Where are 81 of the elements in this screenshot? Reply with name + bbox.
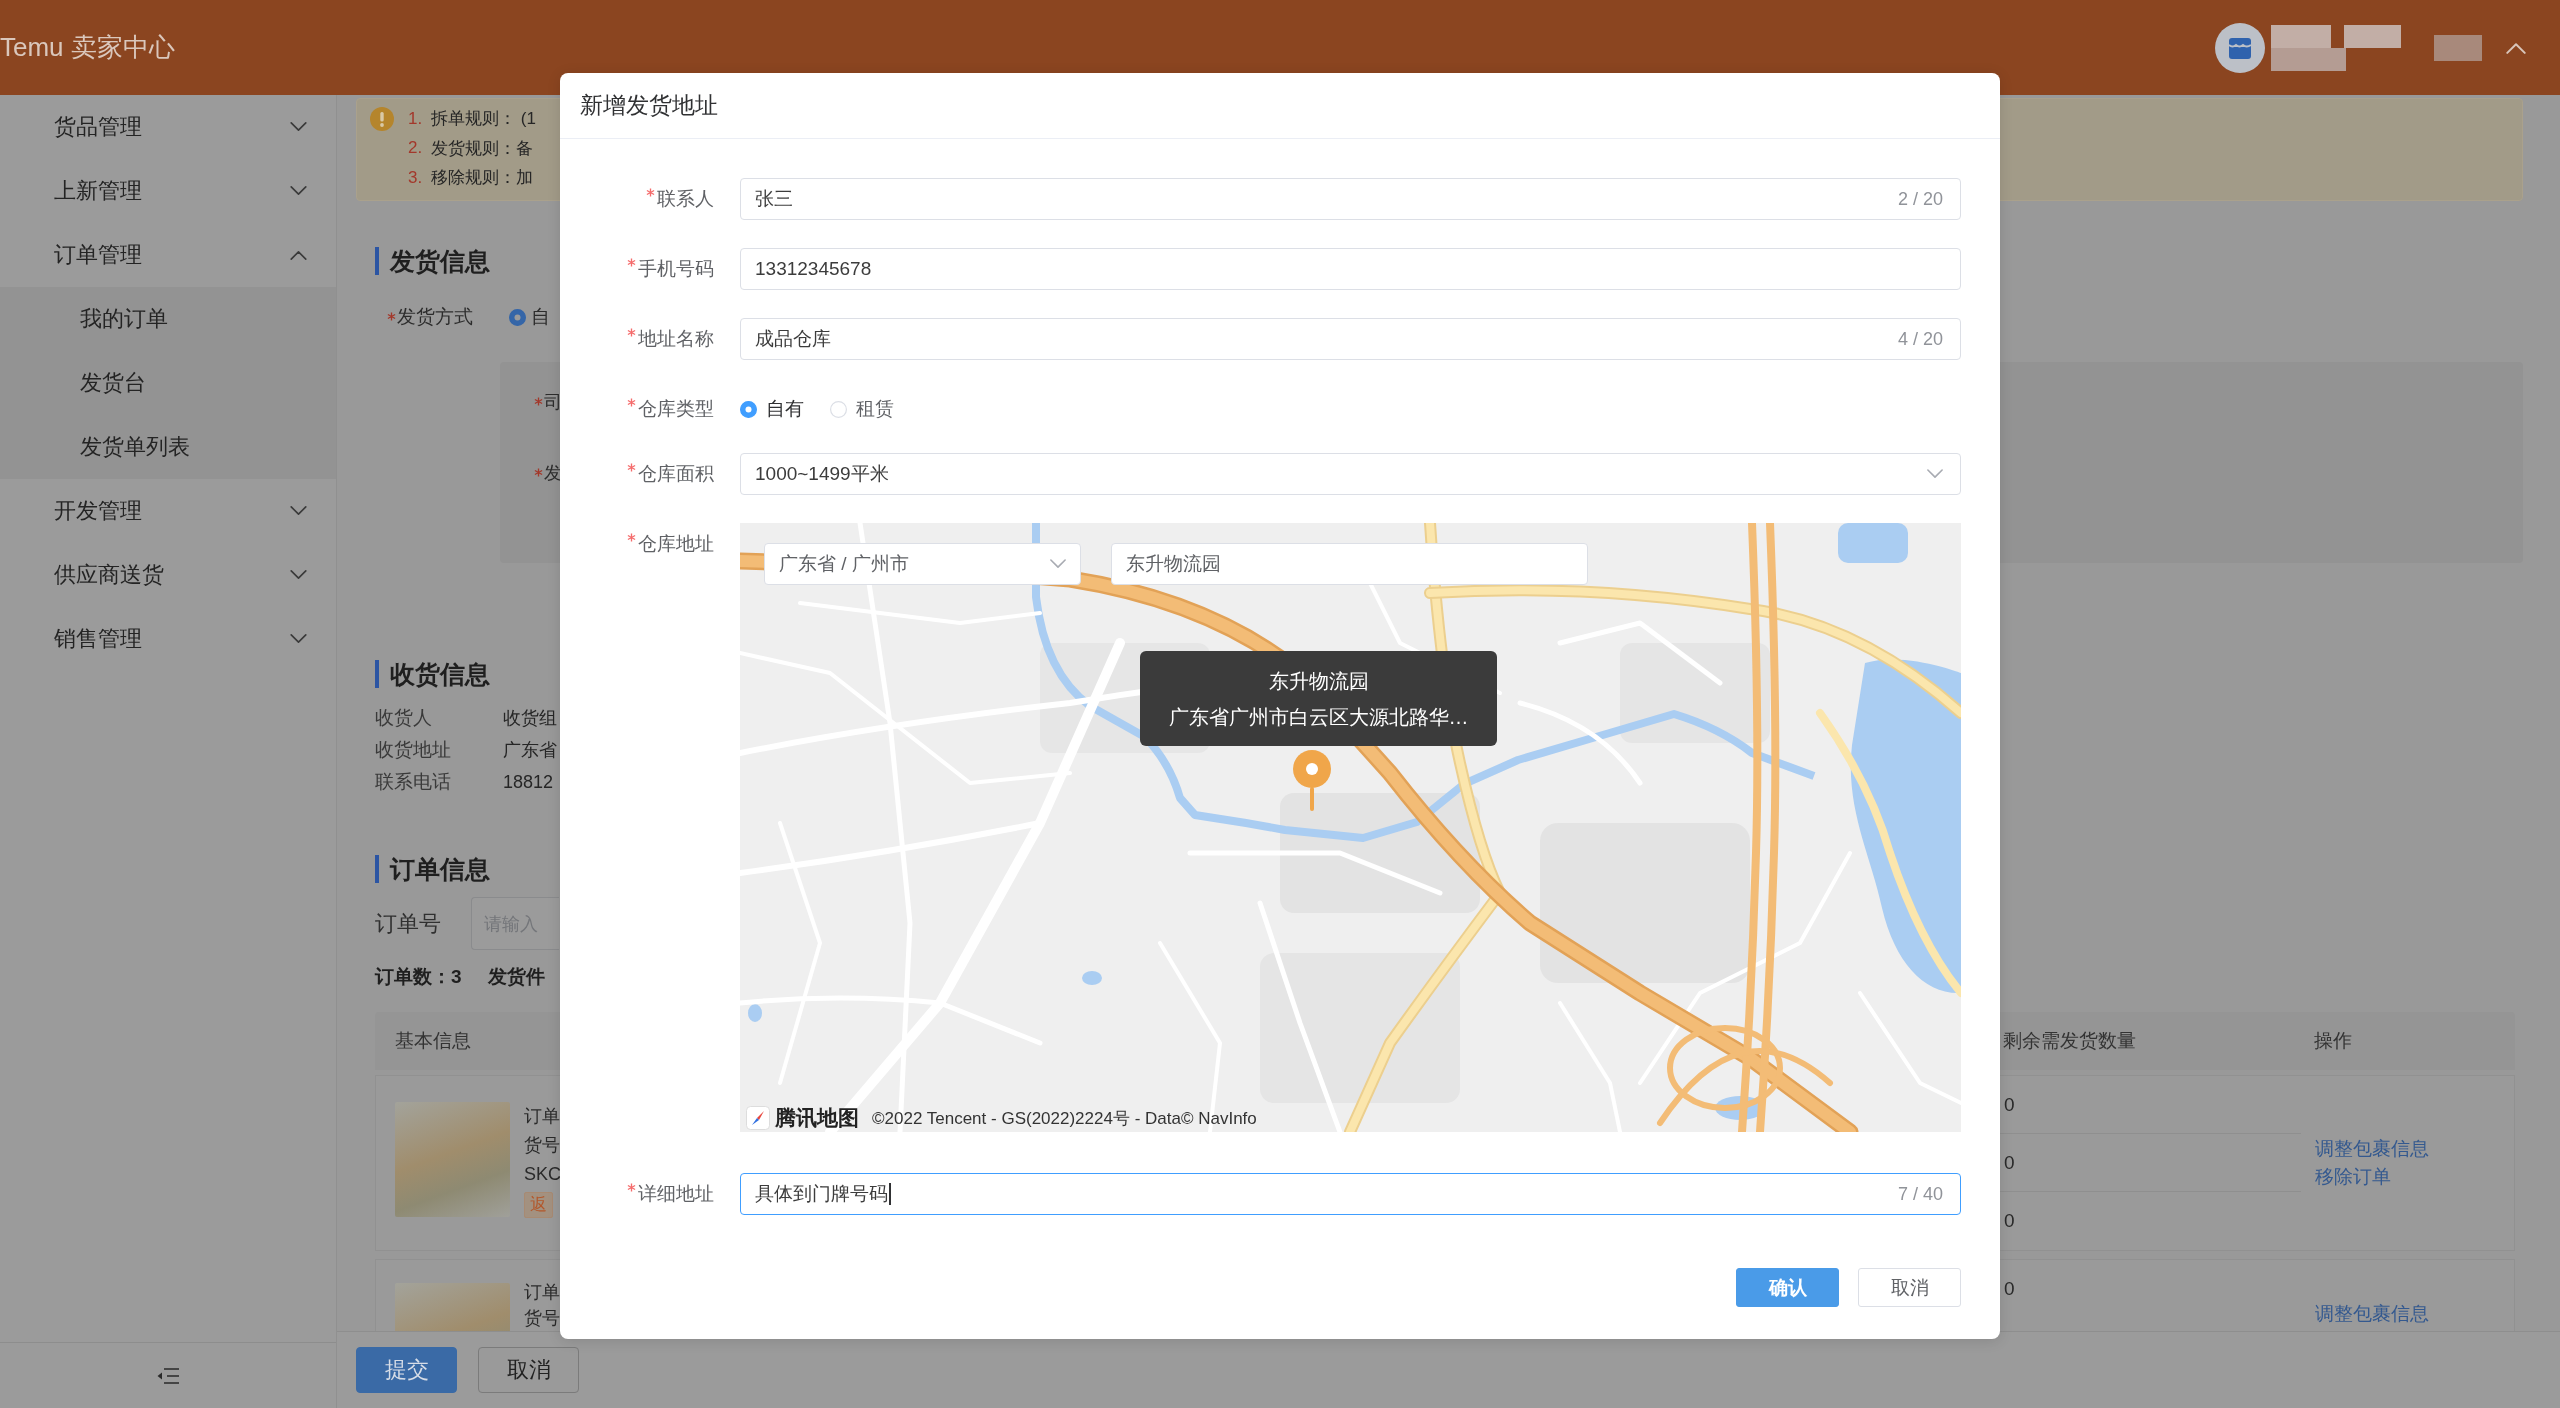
product-info-text: SKC xyxy=(524,1163,561,1186)
map-search-field[interactable]: 东升物流园 xyxy=(1111,543,1588,585)
table-cell-text: 0 xyxy=(2003,1209,2016,1233)
app-title: Temu 卖家中心 xyxy=(0,31,175,64)
submit-button[interactable]: 提交 xyxy=(356,1347,457,1393)
product-info-text: 货号 xyxy=(524,1307,560,1330)
summary-text: 发货件 xyxy=(488,965,545,989)
map-copyright-text: ©2022 Tencent - GS(2022)2224号 - Data© NavInfo xyxy=(872,1107,1257,1130)
list-number: 3. xyxy=(408,167,424,188)
map-brand-text: 腾讯地图 xyxy=(775,1105,859,1131)
info-value: 广东省 xyxy=(503,739,557,762)
cancel-button[interactable]: 取消 xyxy=(478,1347,579,1393)
submenu-item[interactable]: 发货单列表 xyxy=(0,415,336,479)
field-label: 发 xyxy=(544,462,562,485)
dialog-title: 新增发货地址 xyxy=(580,91,718,120)
map-drawing[interactable] xyxy=(740,523,1961,1132)
info-label: 联系电话 xyxy=(375,770,452,794)
menu-item[interactable]: 供应商送货 xyxy=(0,543,336,607)
blurred-placeholder xyxy=(2434,34,2482,61)
column-header: 基本信息 xyxy=(394,1029,471,1053)
confirm-button[interactable]: 确认 xyxy=(1736,1268,1839,1307)
field-label: 仓库面积 xyxy=(638,462,714,486)
dropdown-field[interactable]: 1000~1499平米 xyxy=(740,453,1961,495)
info-window-address: 广东省广州市白云区大源北路华… xyxy=(1168,704,1469,730)
field-label: 仓库类型 xyxy=(638,397,714,421)
submenu-item[interactable]: 发货台 xyxy=(0,351,336,415)
menu-item[interactable]: 开发管理 xyxy=(0,479,336,543)
field-label: 司 xyxy=(544,391,562,414)
table-cell-text: 0 xyxy=(2003,1277,2016,1301)
store-avatar-icon[interactable] xyxy=(2215,22,2265,73)
section-title: 收货信息 xyxy=(375,660,490,688)
chevron-down-icon xyxy=(1927,469,1943,479)
info-value: 18812 xyxy=(503,771,555,793)
product-tag: 返 xyxy=(524,1192,553,1218)
character-counter: 4 / 20 xyxy=(1897,328,1943,350)
menu-item[interactable]: 货品管理 xyxy=(0,95,336,159)
notice-text: 移除规则：加 xyxy=(431,167,533,190)
cancel-button[interactable]: 取消 xyxy=(1858,1268,1961,1307)
text-cursor xyxy=(889,1183,891,1205)
chevron-down-icon xyxy=(1050,559,1066,569)
collapse-menu-icon[interactable] xyxy=(156,1366,180,1385)
section-title: 发货信息 xyxy=(375,247,490,275)
column-header: 操作 xyxy=(2313,1029,2352,1053)
field-label: 发货方式 xyxy=(397,305,473,329)
info-value: 收货组 xyxy=(503,707,557,730)
chevron-up-icon[interactable] xyxy=(2506,41,2526,54)
character-counter: 7 / 40 xyxy=(1897,1183,1943,1205)
section-title: 订单信息 xyxy=(375,855,490,883)
info-label: 收货地址 xyxy=(375,738,452,762)
product-info-text: 订单 xyxy=(524,1105,561,1128)
menu-item[interactable]: 上新管理 xyxy=(0,159,336,223)
input-field[interactable]: 成品仓库 4 / 20 xyxy=(740,318,1961,360)
list-number: 1. xyxy=(408,108,424,129)
radio-option[interactable]: 自有 xyxy=(740,396,804,422)
map-logo-icon xyxy=(746,1106,770,1130)
menu-item[interactable]: 销售管理 xyxy=(0,607,336,671)
field-label: 手机号码 xyxy=(638,257,714,281)
field-label: 详细地址 xyxy=(638,1182,714,1206)
info-window-title: 东升物流园 xyxy=(1268,668,1369,694)
input-field[interactable]: 张三 2 / 20 xyxy=(740,178,1961,220)
radio-option[interactable]: 租赁 xyxy=(830,396,894,422)
field-label: 仓库地址 xyxy=(638,532,714,556)
radio-option[interactable]: 自 xyxy=(509,304,550,330)
field-label: 联系人 xyxy=(657,187,714,211)
field-label: 订单号 xyxy=(375,909,441,938)
product-info-text: 货号 xyxy=(524,1134,561,1157)
field-label: 地址名称 xyxy=(638,327,714,351)
character-counter: 2 / 20 xyxy=(1897,188,1943,210)
info-label: 收货人 xyxy=(375,706,433,730)
list-number: 2. xyxy=(408,138,424,159)
region-cascader[interactable]: 广东省 / 广州市 xyxy=(764,543,1081,585)
notice-text: 拆单规则： (1 xyxy=(431,108,536,131)
product-info-text: 订单 xyxy=(524,1281,560,1304)
summary-text: 订单数：3 xyxy=(375,965,463,989)
input-field[interactable]: 具体到门牌号码 7 / 40 xyxy=(740,1173,1961,1215)
submenu-item[interactable]: 我的订单 xyxy=(0,287,336,351)
menu-item[interactable]: 订单管理 xyxy=(0,223,336,287)
column-header: 剩余需发货数量 xyxy=(2002,1029,2136,1053)
input-field[interactable]: 13312345678 xyxy=(740,248,1961,290)
notice-text: 发货规则：备 xyxy=(431,137,533,160)
warning-icon xyxy=(370,107,394,131)
